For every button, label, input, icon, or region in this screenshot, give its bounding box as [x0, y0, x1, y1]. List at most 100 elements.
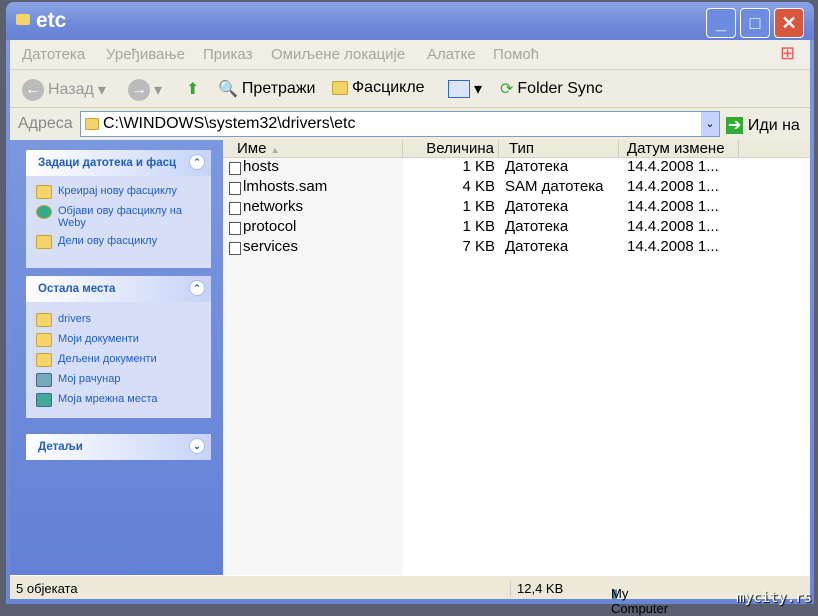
- column-size[interactable]: Величина: [403, 140, 499, 157]
- search-button[interactable]: 🔍 Претражи: [218, 79, 315, 99]
- file-name: hosts: [243, 158, 279, 175]
- file-size: 1 KB: [462, 198, 495, 215]
- go-button[interactable]: ➔ Иди на: [726, 115, 800, 135]
- panel-header[interactable]: Детаљи ⌄: [26, 434, 211, 460]
- sync-icon: ⟳: [500, 81, 514, 98]
- menu-help[interactable]: Помоћ: [493, 46, 539, 63]
- folder-icon: [36, 313, 52, 327]
- place-drivers[interactable]: drivers: [26, 310, 211, 330]
- views-button[interactable]: ▾: [448, 79, 482, 99]
- menu-edit[interactable]: Уређивање: [106, 46, 185, 63]
- file-row[interactable]: protocol 1 KB Датотека 14.4.2008 1...: [223, 218, 810, 238]
- title-bar[interactable]: etc _ □ ✕: [6, 2, 814, 40]
- file-date: 14.4.2008 1...: [627, 158, 719, 175]
- back-arrow-icon: ←: [22, 79, 44, 101]
- file-row[interactable]: networks 1 KB Датотека 14.4.2008 1...: [223, 198, 810, 218]
- globe-icon: [36, 205, 52, 219]
- file-date: 14.4.2008 1...: [627, 218, 719, 235]
- file-name: lmhosts.sam: [243, 178, 328, 195]
- column-type[interactable]: Тип: [499, 140, 619, 157]
- file-size: 1 KB: [462, 218, 495, 235]
- close-button[interactable]: ✕: [774, 8, 804, 38]
- dropdown-icon[interactable]: ⌄: [701, 112, 719, 136]
- column-date[interactable]: Датум измене: [619, 140, 739, 157]
- file-type: SAM датотека: [505, 178, 604, 195]
- task-pane: Задаци датотека и фасц ⌃ Креирај нову фас…: [10, 140, 223, 575]
- status-bar: 5 објеката 12,4 KB ▮ My Computer: [10, 575, 810, 616]
- expand-icon[interactable]: ⌄: [189, 438, 205, 454]
- file-size: 7 KB: [462, 238, 495, 255]
- forward-arrow-icon: →: [128, 79, 150, 101]
- file-date: 14.4.2008 1...: [627, 198, 719, 215]
- menu-tools[interactable]: Алатке: [427, 46, 476, 63]
- up-folder-button[interactable]: ⬆: [186, 79, 199, 99]
- file-size: 1 KB: [462, 158, 495, 175]
- file-size: 4 KB: [462, 178, 495, 195]
- content-area: Задаци датотека и фасц ⌃ Креирај нову фас…: [10, 140, 810, 575]
- watermark: mycity.rs: [736, 590, 812, 606]
- place-shared-documents[interactable]: Дељени документи: [26, 350, 211, 370]
- sort-ascending-icon: ▲: [270, 145, 280, 155]
- folder-sync-button[interactable]: ⟳ Folder Sync: [500, 79, 603, 99]
- file-icon: [229, 222, 241, 235]
- folders-icon: [332, 81, 348, 95]
- place-network[interactable]: Моја мрежна места: [26, 390, 211, 410]
- folder-icon: [85, 118, 99, 130]
- address-label: Адреса: [18, 115, 73, 132]
- folder-icon: [16, 14, 30, 25]
- documents-icon: [36, 333, 52, 347]
- details-panel: Детаљи ⌄: [26, 434, 211, 460]
- file-icon: [229, 182, 241, 195]
- file-type: Датотека: [505, 218, 569, 235]
- windows-logo-icon: ⊞: [780, 43, 796, 63]
- up-folder-icon: ⬆: [186, 81, 200, 98]
- network-icon: [36, 393, 52, 407]
- file-type: Датотека: [505, 158, 569, 175]
- column-name[interactable]: Име ▲: [223, 140, 403, 157]
- column-headers: Име ▲ Величина Тип Датум измене: [223, 140, 810, 158]
- views-icon: [448, 80, 470, 98]
- place-my-computer[interactable]: Мој рачунар: [26, 370, 211, 390]
- minimize-button[interactable]: _: [706, 8, 736, 38]
- file-type: Датотека: [505, 238, 569, 255]
- menu-file[interactable]: Датотека: [22, 46, 85, 63]
- window-title: etc: [36, 9, 67, 32]
- toolbar: ← Назад ▾ → ▾ ⬆ 🔍 Претражи Фасцикле ▾ ⟳ Fol…: [10, 70, 810, 108]
- collapse-icon[interactable]: ⌃: [189, 280, 205, 296]
- computer-icon: [36, 373, 52, 387]
- go-arrow-icon: ➔: [726, 117, 744, 134]
- status-count: 5 објеката: [16, 581, 78, 596]
- folders-button[interactable]: Фасцикле: [332, 79, 425, 97]
- file-icon: [229, 162, 241, 175]
- file-row[interactable]: hosts 1 KB Датотека 14.4.2008 1...: [223, 158, 810, 178]
- menu-favorites[interactable]: Омиљене локације: [271, 46, 405, 63]
- folder-icon: [36, 353, 52, 367]
- address-input[interactable]: C:\WINDOWS\system32\drivers\etc ⌄: [80, 111, 720, 137]
- collapse-icon[interactable]: ⌃: [189, 154, 205, 170]
- place-my-documents[interactable]: Моји документи: [26, 330, 211, 350]
- share-folder-icon: [36, 235, 52, 249]
- file-name: protocol: [243, 218, 297, 235]
- other-places-panel: Остала места ⌃ drivers Моји документи Дељ…: [26, 276, 211, 418]
- back-button[interactable]: ← Назад ▾: [22, 79, 106, 101]
- file-row[interactable]: services 7 KB Датотека 14.4.2008 1...: [223, 238, 810, 258]
- menu-bar: Датотека Уређивање Приказ Омиљене локаци…: [10, 40, 810, 70]
- file-name: services: [243, 238, 299, 255]
- file-icon: [229, 242, 241, 255]
- file-icon: [229, 202, 241, 215]
- file-date: 14.4.2008 1...: [627, 178, 719, 195]
- menu-view[interactable]: Приказ: [203, 46, 252, 63]
- panel-header[interactable]: Остала места ⌃: [26, 276, 211, 302]
- maximize-button[interactable]: □: [740, 8, 770, 38]
- forward-button[interactable]: → ▾: [128, 79, 162, 101]
- task-share-folder[interactable]: Дели ову фасциклу: [26, 232, 211, 252]
- file-type: Датотека: [505, 198, 569, 215]
- task-new-folder[interactable]: Креирај нову фасциклу: [26, 182, 211, 202]
- new-folder-icon: [36, 185, 52, 199]
- panel-header[interactable]: Задаци датотека и фасц ⌃: [26, 150, 211, 176]
- search-icon: 🔍: [218, 81, 238, 98]
- explorer-window: etc _ □ ✕ Датотека Уређивање Приказ Омиљ…: [6, 2, 814, 616]
- address-bar: Адреса C:\WINDOWS\system32\drivers\etc ⌄ …: [10, 108, 810, 140]
- file-row[interactable]: lmhosts.sam 4 KB SAM датотека 14.4.2008 …: [223, 178, 810, 198]
- task-publish-web[interactable]: Објави ову фасциклу на Weby: [26, 202, 211, 232]
